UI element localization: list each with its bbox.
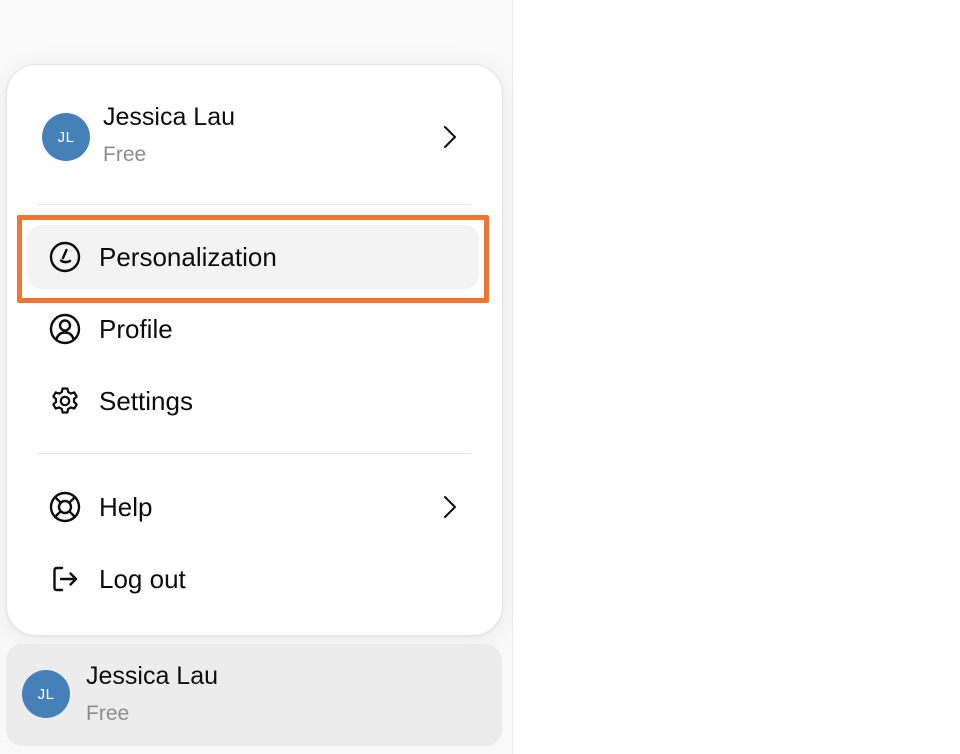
main-content-area [514, 0, 960, 754]
account-name: Jessica Lau [103, 103, 236, 131]
menu-item-profile[interactable]: Profile [27, 297, 479, 361]
personalization-icon [49, 241, 81, 273]
account-header-row[interactable]: JL Jessica Lau Free [27, 87, 479, 187]
divider [38, 204, 471, 205]
chevron-right-icon [440, 493, 460, 521]
account-popup-menu: JL Jessica Lau Free Personalization Prof… [6, 64, 503, 636]
avatar: JL [22, 670, 70, 718]
menu-item-help[interactable]: Help [27, 475, 479, 539]
menu-item-label: Help [99, 492, 153, 522]
menu-item-personalization[interactable]: Personalization [27, 225, 479, 289]
menu-item-label: Settings [99, 386, 193, 416]
avatar: JL [42, 113, 90, 161]
menu-item-label: Personalization [99, 242, 277, 272]
sidebar-account-button[interactable]: JL Jessica Lau Free [6, 644, 502, 746]
account-plan: Free [86, 702, 130, 725]
chevron-right-icon [440, 123, 460, 151]
log-out-icon [49, 563, 81, 595]
menu-item-settings[interactable]: Settings [27, 369, 479, 433]
menu-item-label: Log out [99, 564, 186, 594]
menu-item-log-out[interactable]: Log out [27, 547, 479, 611]
help-lifebuoy-icon [49, 491, 81, 523]
account-plan: Free [103, 143, 147, 166]
account-name: Jessica Lau [86, 662, 219, 690]
profile-icon [49, 313, 81, 345]
menu-item-label: Profile [99, 314, 173, 344]
gear-icon [49, 385, 81, 417]
divider [38, 453, 471, 454]
